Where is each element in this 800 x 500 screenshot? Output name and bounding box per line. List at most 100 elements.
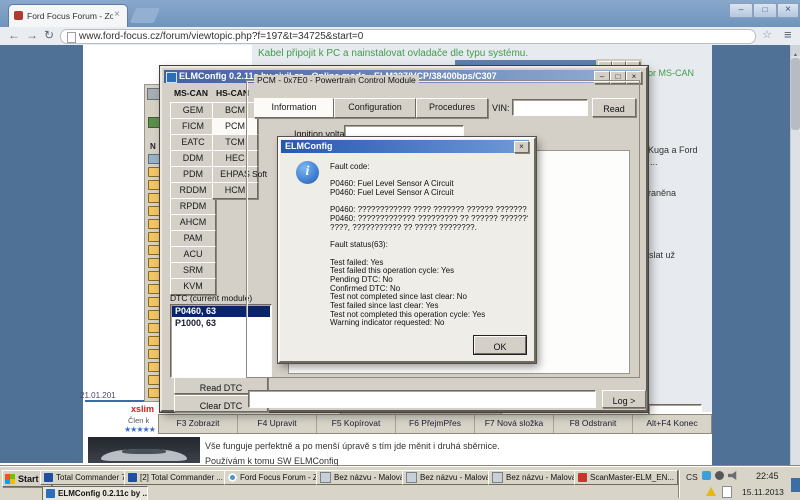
tray-app-icon[interactable] [702, 471, 711, 480]
taskbar-item-pdf[interactable]: ScanMaster-ELM_EN... [574, 470, 678, 485]
fragment-ms-can: or MS-CAN [648, 68, 694, 78]
taskbar-edge-fragment [791, 478, 800, 492]
log-input[interactable] [248, 390, 596, 408]
taskbar-item-paint2[interactable]: Bez názvu - Malování [402, 470, 492, 485]
module-button-pam[interactable]: PAM [170, 230, 216, 247]
ok-button[interactable]: OK [474, 336, 526, 354]
minimize-icon: – [738, 4, 743, 14]
tree-icon-small [148, 154, 160, 164]
dialog-titlebar[interactable]: ELMConfig × [281, 140, 529, 153]
software-label-fragment: Soft [252, 169, 267, 179]
tc-f5-button[interactable]: F5 Kopírovat [317, 415, 396, 433]
forum-top-line: Kabel připojit k PC a nainstalovat ovlad… [258, 48, 528, 59]
tc-altf4-button[interactable]: Alt+F4 Konec [633, 415, 711, 433]
document-tray-icon[interactable] [722, 486, 732, 498]
volume-icon[interactable] [728, 471, 739, 480]
forward-icon[interactable]: → [26, 28, 38, 42]
ms-can-label: MS-CAN [174, 88, 208, 98]
module-button-ficm[interactable]: FICM [170, 118, 216, 135]
pcm-group-title: PCM - 0x7E0 - Powertrain Control Module [254, 75, 419, 85]
car-windshield [122, 449, 167, 454]
url-text: www.ford-focus.cz/forum/viewtopic.php?f=… [79, 31, 363, 42]
elmconfig-app-icon [166, 72, 177, 83]
tree-icon-top [147, 88, 161, 100]
dialog-line: Fault status(63): [330, 241, 528, 250]
module-button-rpdm[interactable]: RPDM [170, 198, 216, 215]
browser-toolbar: ← → ↻ www.ford-focus.cz/forum/viewtopic.… [0, 27, 800, 46]
url-bar[interactable]: www.ford-focus.cz/forum/viewtopic.php?f=… [60, 29, 756, 44]
taskbar-item-tc2[interactable]: [2] Total Commander ... [124, 470, 228, 485]
menu-icon[interactable]: ≡ [784, 27, 792, 42]
log-label: Log > [613, 396, 636, 406]
post-body-line2: Používám k tomu SW ELMConfig [205, 456, 339, 466]
vin-input[interactable] [512, 99, 588, 116]
taskbar-item-paint3[interactable]: Bez názvu - Malování [488, 470, 578, 485]
browser-maximize-button[interactable]: □ [753, 3, 777, 18]
windows-flag-icon [5, 474, 15, 484]
tab-information[interactable]: Information [254, 98, 334, 118]
warning-tray-icon[interactable] [706, 487, 716, 496]
log-button[interactable]: Log > [602, 390, 646, 408]
total-commander-icon [44, 473, 53, 482]
taskbar-item-label: ELMConfig 0.2.11c by ... [58, 489, 148, 498]
taskbar-item-tc1[interactable]: Total Commander 7.5... [40, 470, 128, 485]
scrollbar-up-button[interactable]: ▲ [791, 45, 800, 56]
tab-title: Ford Focus Forum - Zobrazit [27, 11, 113, 21]
dialog-line: Warning indicator requested: No [330, 319, 528, 328]
post-member-label: Člen k [128, 416, 149, 425]
forum-left-banner [0, 45, 83, 463]
dialog-close-button[interactable]: × [514, 141, 529, 153]
dialog-line: Fault code: [330, 163, 528, 172]
back-icon[interactable]: ← [8, 28, 20, 42]
tray-status-icon[interactable] [715, 471, 724, 480]
browser-tab[interactable]: Ford Focus Forum - Zobrazit × [8, 4, 128, 28]
module-button-gem[interactable]: GEM [170, 102, 216, 119]
post-username[interactable]: xslim [131, 404, 154, 414]
tc-function-bar: F3 Zobrazit F4 Upravit F5 Kopírovat F6 P… [158, 414, 712, 434]
info-glyph: i [306, 164, 310, 179]
start-label: Start [18, 474, 39, 484]
tab-configuration[interactable]: Configuration [334, 98, 416, 118]
fragment-ranena: raněna [648, 188, 676, 198]
tree-n-label: N [150, 142, 156, 151]
reload-icon[interactable]: ↻ [44, 28, 54, 42]
bookmark-star-icon[interactable]: ☆ [762, 28, 772, 41]
browser-close-button[interactable]: × [777, 3, 799, 18]
paint-icon [492, 472, 503, 483]
tc-f3-button[interactable]: F3 Zobrazit [159, 415, 238, 433]
module-button-pdm[interactable]: PDM [170, 166, 216, 183]
module-button-srm[interactable]: SRM [170, 262, 216, 279]
close-icon: × [785, 4, 791, 15]
tc-f4-button[interactable]: F4 Upravit [238, 415, 317, 433]
tc-f7-button[interactable]: F7 Nová složka [475, 415, 554, 433]
dialog-text: Fault code: P0460: Fuel Level Sensor A C… [330, 163, 528, 328]
browser-minimize-button[interactable]: – [729, 3, 753, 18]
taskbar-item-elmconfig[interactable]: ELMConfig 0.2.11c by ... [42, 486, 148, 500]
tab-procedures[interactable]: Procedures [416, 98, 488, 118]
module-button-rddm[interactable]: RDDM [170, 182, 216, 199]
scrollbar-track[interactable]: ▲ [790, 45, 800, 466]
taskbar-item-label: ScanMaster-ELM_EN... [590, 473, 674, 482]
elmconfig-icon [46, 489, 55, 498]
module-button-acu[interactable]: ACU [170, 246, 216, 263]
taskbar-item-label: Total Commander 7.5... [56, 473, 128, 482]
taskbar-item-paint1[interactable]: Bez názvu - Malování [316, 470, 406, 485]
total-commander-icon [128, 473, 137, 482]
tab-close-icon[interactable]: × [114, 9, 120, 20]
clock-time[interactable]: 22:45 [756, 471, 779, 481]
maximize-icon: □ [763, 5, 768, 14]
dialog-line: ????, ??????????? ?? ????? ????????. [330, 224, 528, 233]
module-button-ddm[interactable]: DDM [170, 150, 216, 167]
read-button[interactable]: Read [592, 98, 636, 117]
clock-date[interactable]: 15.11.2013 [742, 487, 784, 497]
tc-f8-button[interactable]: F8 Odstranit [554, 415, 633, 433]
module-button-eatc[interactable]: EATC [170, 134, 216, 151]
tc-f6-button[interactable]: F6 PřejmPřes [396, 415, 475, 433]
hs-can-label: HS-CAN [216, 88, 249, 98]
language-indicator[interactable]: CS [686, 472, 698, 482]
paint-icon [320, 472, 331, 483]
taskbar-item-browser[interactable]: Ford Focus Forum - Z... [224, 470, 320, 485]
tab-favicon-icon [14, 11, 23, 20]
scrollbar-thumb[interactable] [791, 58, 800, 130]
module-button-ahcm[interactable]: AHCM [170, 214, 216, 231]
